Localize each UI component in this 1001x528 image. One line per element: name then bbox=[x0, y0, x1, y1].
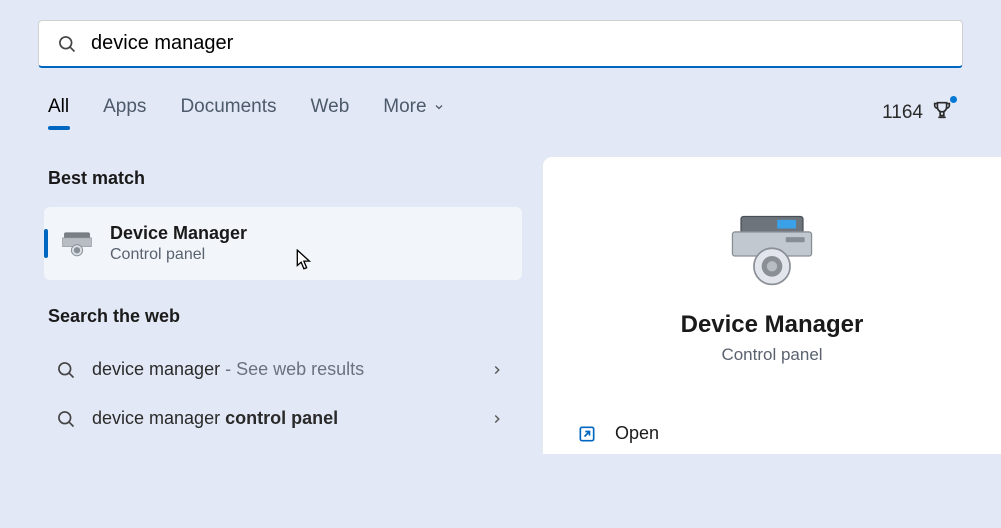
chevron-down-icon bbox=[433, 101, 445, 113]
web-result[interactable]: device manager - See web results bbox=[44, 345, 522, 394]
detail-panel: Device Manager Control panel Open bbox=[542, 156, 1001, 454]
tab-all[interactable]: All bbox=[48, 96, 69, 130]
detail-subtitle: Control panel bbox=[721, 345, 822, 365]
tab-apps[interactable]: Apps bbox=[103, 96, 146, 130]
open-label: Open bbox=[615, 423, 659, 444]
best-match-subtitle: Control panel bbox=[110, 246, 247, 264]
tab-documents[interactable]: Documents bbox=[180, 96, 276, 130]
best-match-heading: Best match bbox=[48, 168, 522, 189]
chevron-right-icon bbox=[490, 363, 504, 377]
search-icon bbox=[57, 34, 77, 54]
chevron-right-icon bbox=[490, 412, 504, 426]
filter-tabs: All Apps Documents Web More bbox=[48, 96, 445, 130]
search-web-heading: Search the web bbox=[48, 306, 522, 327]
trophy-icon bbox=[931, 99, 953, 127]
device-manager-icon bbox=[62, 231, 92, 257]
best-match-result[interactable]: Device Manager Control panel bbox=[44, 207, 522, 280]
search-input[interactable] bbox=[91, 32, 944, 55]
best-match-title: Device Manager bbox=[110, 223, 247, 244]
search-box[interactable] bbox=[38, 20, 963, 68]
open-icon bbox=[577, 424, 597, 444]
tab-web[interactable]: Web bbox=[311, 96, 350, 130]
rewards-points: 1164 bbox=[882, 102, 923, 124]
tab-more[interactable]: More bbox=[383, 96, 444, 130]
web-result[interactable]: device manager control panel bbox=[44, 394, 522, 443]
device-manager-large-icon bbox=[729, 211, 815, 289]
mouse-cursor-icon bbox=[296, 249, 314, 271]
search-icon bbox=[56, 360, 76, 380]
tab-more-label: More bbox=[383, 96, 426, 118]
detail-title: Device Manager bbox=[681, 311, 864, 339]
open-action[interactable]: Open bbox=[571, 413, 973, 454]
web-result-label: device manager control panel bbox=[92, 408, 490, 429]
search-icon bbox=[56, 409, 76, 429]
rewards-badge[interactable]: 1164 bbox=[882, 99, 953, 127]
web-result-label: device manager - See web results bbox=[92, 359, 490, 380]
